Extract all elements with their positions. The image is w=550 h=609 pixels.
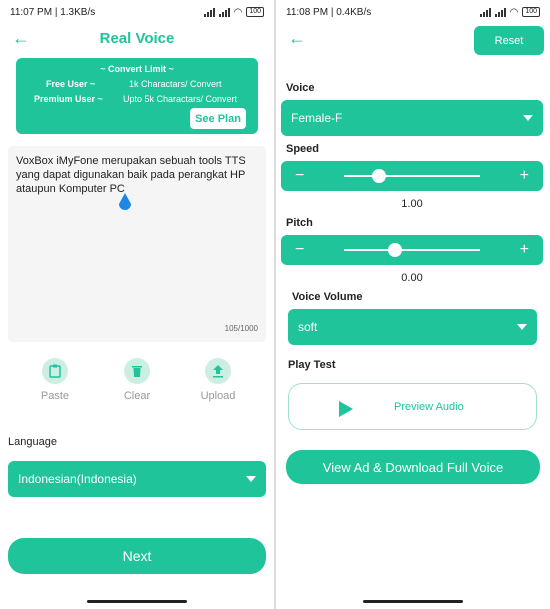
text-content[interactable]: VoxBox iMyFone merupakan sebuah tools TT… [16,154,258,196]
pitch-slider-bar[interactable]: − + [281,235,543,265]
text-input-area[interactable]: VoxBox iMyFone merupakan sebuah tools TT… [8,146,266,342]
gesture-bar [87,600,187,603]
speed-label: Speed [286,143,320,155]
download-full-voice-button[interactable]: View Ad & Download Full Voice [286,450,540,484]
pitch-plus-button[interactable]: + [520,241,529,259]
voice-label: Voice [286,82,315,94]
language-label: Language [8,436,57,448]
speed-slider-bar[interactable]: − + [281,161,543,191]
status-icons: ◠ 100 [203,6,264,18]
voice-dropdown[interactable]: Female-F [281,100,543,136]
upload-label: Upload [200,390,236,402]
gesture-bar [363,600,463,603]
upload-button[interactable]: Upload [200,358,236,402]
screen-divider [274,0,276,609]
paste-label: Paste [40,390,70,402]
upload-icon [205,358,231,384]
free-user-label: Free User ~ [46,79,96,89]
pitch-value: 0.00 [401,272,423,284]
caret-down-icon [246,476,256,482]
caret-down-icon [517,324,527,330]
battery-icon: 100 [522,7,540,17]
pitch-slider-thumb[interactable] [388,243,403,257]
reset-button[interactable]: Reset [474,26,544,55]
right-screen: 11:08 PM | 0.4KB/s ◠ 100 ← Reset Voice F… [276,0,550,609]
speed-slider-thumb[interactable] [372,169,387,183]
signal-icon [479,7,491,17]
limit-heading: ~ Convert Limit ~ [100,64,174,74]
preview-audio-button[interactable]: Preview Audio [288,383,537,430]
speed-value: 1.00 [401,198,423,210]
back-arrow-icon[interactable]: ← [288,28,306,49]
language-value: Indonesian(Indonesia) [18,472,137,486]
voice-volume-label: Voice Volume [292,291,363,303]
left-screen: 11:07 PM | 1.3KB/s ◠ 100 ← Real Voice ~ … [0,0,274,609]
language-dropdown[interactable]: Indonesian(Indonesia) [8,461,266,497]
next-button[interactable]: Next [8,538,266,574]
char-counter: 105/1000 [224,324,258,333]
convert-limit-card: ~ Convert Limit ~ Free User ~ 1k Charact… [16,58,258,134]
speed-plus-button[interactable]: + [520,167,529,185]
paste-button[interactable]: Paste [40,358,70,402]
play-icon [339,401,353,417]
play-test-label: Play Test [288,359,336,371]
premium-user-value: Upto 5k Charactars/ Convert [123,94,238,104]
volume-value: soft [298,320,318,334]
clear-label: Clear [123,390,151,402]
status-bar: 11:07 PM | 1.3KB/s ◠ 100 [0,0,274,24]
speed-minus-button[interactable]: − [295,167,304,185]
pitch-minus-button[interactable]: − [295,241,304,259]
signal-icon [203,7,215,17]
premium-user-label: Premium User ~ [34,94,103,104]
status-icons: ◠ 100 [479,6,540,18]
status-bar: 11:08 PM | 0.4KB/s ◠ 100 [276,0,550,24]
text-cursor-handle-icon[interactable] [118,193,132,213]
page-title: Real Voice [99,30,175,47]
wifi-icon: ◠ [509,6,519,18]
see-plan-button[interactable]: See Plan [190,108,246,129]
signal-icon [494,7,506,17]
battery-icon: 100 [246,7,264,17]
free-user-value: 1k Charactars/ Convert [129,79,222,89]
volume-dropdown[interactable]: soft [288,309,537,345]
clipboard-icon [42,358,68,384]
pitch-label: Pitch [286,217,313,229]
trash-icon [124,358,150,384]
speed-slider-track[interactable] [344,169,480,183]
caret-down-icon [523,115,533,121]
signal-icon [218,7,230,17]
clear-button[interactable]: Clear [122,358,152,402]
pitch-slider-track[interactable] [344,243,480,257]
status-time: 11:07 PM | 1.3KB/s [10,6,96,18]
status-time: 11:08 PM | 0.4KB/s [286,6,372,18]
wifi-icon: ◠ [233,6,243,18]
voice-value: Female-F [291,111,343,125]
preview-audio-label: Preview Audio [394,401,464,413]
